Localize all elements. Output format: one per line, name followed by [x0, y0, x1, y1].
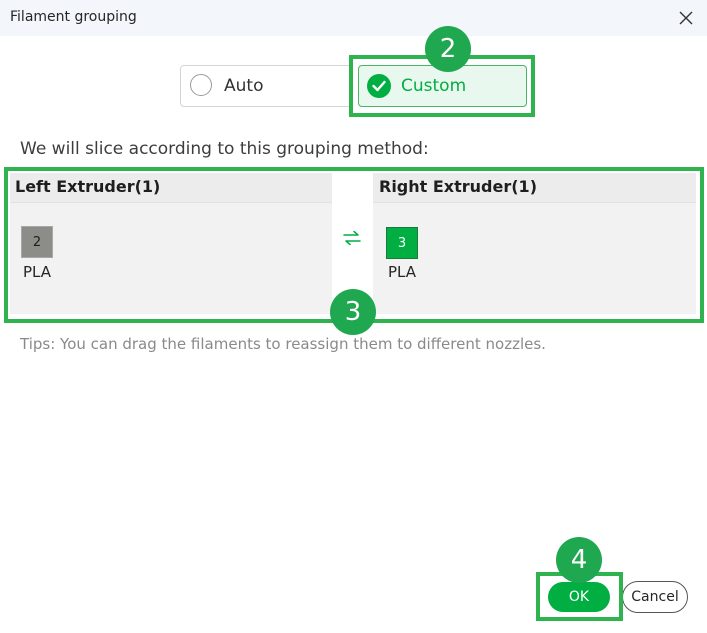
- right-extruder-panel[interactable]: Right Extruder(1) 3 PLA: [373, 173, 696, 314]
- dialog-titlebar: Filament grouping: [0, 0, 707, 36]
- annotation-badge-4: 4: [556, 537, 602, 583]
- right-extruder-header: Right Extruder(1): [373, 173, 696, 203]
- custom-mode-label: Custom: [401, 76, 467, 96]
- close-button[interactable]: [672, 4, 700, 32]
- radio-unchecked-icon: [190, 74, 212, 96]
- auto-mode-label: Auto: [224, 76, 264, 96]
- annotation-badge-3: 3: [330, 289, 376, 335]
- close-icon: [679, 11, 693, 25]
- filament-number: 2: [32, 234, 42, 250]
- filament-number: 3: [397, 235, 407, 251]
- filament-chip-2[interactable]: 2: [21, 226, 53, 258]
- right-extruder-title: Right Extruder(1): [379, 177, 537, 196]
- auto-mode-option[interactable]: Auto: [180, 65, 352, 107]
- left-extruder-panel[interactable]: Left Extruder(1) 2 PLA: [10, 173, 332, 314]
- filament-type: PLA: [23, 263, 52, 281]
- dialog-title: Filament grouping: [10, 9, 137, 25]
- filament-type: PLA: [388, 263, 417, 281]
- filament-chip-3[interactable]: 3: [386, 227, 418, 259]
- cancel-button[interactable]: Cancel: [622, 581, 688, 613]
- drag-tip: Tips: You can drag the filaments to reas…: [20, 335, 546, 353]
- left-extruder-header: Left Extruder(1): [10, 173, 332, 203]
- left-extruder-title: Left Extruder(1): [15, 177, 161, 196]
- check-circle-icon: [367, 74, 391, 98]
- swap-icon[interactable]: [342, 230, 362, 246]
- grouping-description: We will slice according to this grouping…: [20, 139, 429, 159]
- annotation-badge-2: 2: [425, 26, 471, 72]
- ok-button[interactable]: OK: [548, 582, 610, 612]
